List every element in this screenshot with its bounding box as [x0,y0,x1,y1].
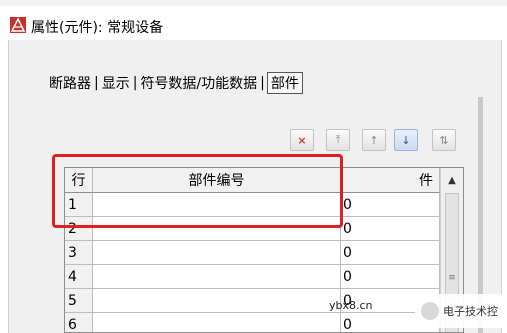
scroll-up-icon[interactable]: ▲ [441,168,463,192]
row-number: 3 [65,241,93,265]
watermark-logo-icon [421,302,439,320]
row-number: 6 [65,313,93,332]
grip-icon: ≡ [448,273,456,283]
row-number: 4 [65,265,93,289]
tab-breaker[interactable]: 断路器 [48,73,92,93]
watermark-brand: 电子技术控 [443,305,498,318]
tab-symbol-function-data[interactable]: 符号数据/功能数据 [139,73,258,93]
move-top-button[interactable]: ⤒ [326,129,350,151]
tab-separator: | [132,75,138,91]
delete-row-button[interactable]: × [290,129,314,151]
move-up-button[interactable]: ↑ [362,129,386,151]
highlight-annotation [52,154,343,228]
tab-separator: | [94,75,99,91]
quantity-cell[interactable]: 0 [341,241,440,265]
move-top-icon: ⤒ [335,133,341,146]
part-number-cell[interactable] [93,265,341,289]
row-number: 5 [65,289,93,313]
app-logo-icon [10,17,26,33]
move-bottom-icon: ⇅ [439,133,449,147]
move-bottom-button[interactable]: ⇅ [432,129,456,151]
quantity-cell[interactable]: 0 [341,217,440,241]
tab-separator: | [260,75,265,91]
tab-bar: 断路器 | 显示 | 符号数据/功能数据 | 部件 [48,72,303,94]
arrow-up-icon: ↑ [369,133,379,147]
part-number-cell[interactable] [93,313,341,332]
tab-display[interactable]: 显示 [101,73,131,93]
watermark-brand-badge: 电子技术控 [415,294,507,328]
quantity-cell[interactable]: 0 [341,265,440,289]
move-down-button[interactable]: ↓ [394,129,418,151]
delete-icon: × [297,133,307,147]
column-header-quantity[interactable]: 件 [341,168,440,193]
part-number-cell[interactable] [93,289,341,313]
title-bar: 属性(元件): 常规设备 [0,6,507,36]
part-number-cell[interactable] [93,241,341,265]
watermark-site: ybx8.cn [329,299,373,312]
window-title: 属性(元件): 常规设备 [31,20,164,36]
arrow-down-icon: ↓ [401,133,411,147]
tab-parts[interactable]: 部件 [266,72,303,94]
quantity-cell[interactable]: 0 [341,193,440,217]
